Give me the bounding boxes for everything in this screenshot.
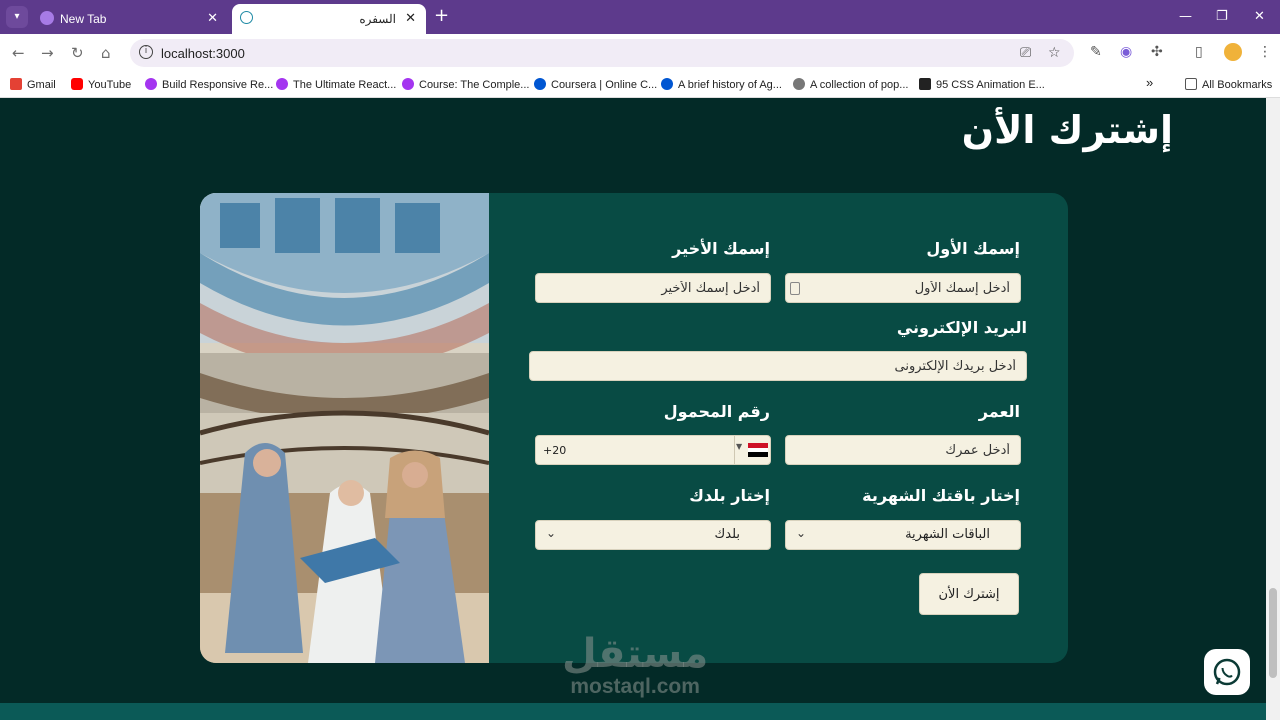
folder-icon: [1185, 78, 1197, 90]
age-field[interactable]: [785, 435, 1021, 465]
age-label: العمر: [978, 402, 1020, 421]
tab-search-button[interactable]: ▾: [6, 6, 28, 28]
email-field[interactable]: [529, 351, 1027, 381]
bookmark-css-animation[interactable]: 95 CSS Animation E...: [919, 78, 1045, 91]
email-input[interactable]: [530, 352, 1026, 380]
bookmark-star-icon[interactable]: ☆: [1048, 45, 1061, 61]
bookmark-udemy-1[interactable]: Build Responsive Re...: [145, 78, 273, 91]
autofill-card-icon[interactable]: [790, 282, 800, 295]
egypt-flag-icon[interactable]: [748, 443, 768, 457]
footer-strip: [0, 703, 1266, 720]
profile-avatar[interactable]: [1224, 43, 1242, 61]
freefrontend-icon: [919, 78, 931, 90]
plan-select[interactable]: الباقات الشهرية ⌄: [785, 520, 1021, 550]
globe-icon: [793, 78, 805, 90]
phone-divider: [734, 436, 735, 464]
plan-label: إختار باقتك الشهرية: [862, 486, 1020, 505]
site-info-icon[interactable]: i: [139, 45, 153, 59]
bookmark-udemy-2[interactable]: The Ultimate React...: [276, 78, 396, 91]
bookmark-coursera-1[interactable]: Coursera | Online C...: [534, 78, 657, 91]
phone-label: رقم المحمول: [663, 402, 770, 421]
plan-select-value: الباقات الشهرية: [905, 527, 990, 542]
address-bar[interactable]: i localhost:3000 ⎚ ☆: [130, 39, 1074, 67]
browser-toolbar: ← → ↻ ⌂ i localhost:3000 ⎚ ☆ ✎ ◉ ✣ ▯ ⋮: [0, 34, 1280, 72]
mosque-photo: [200, 193, 489, 663]
bookmarks-bar: Gmail YouTube Build Responsive Re... The…: [0, 72, 1280, 98]
minimize-button[interactable]: —: [1179, 9, 1192, 24]
bookmark-coursera-2[interactable]: A brief history of Ag...: [661, 78, 782, 91]
back-icon[interactable]: ←: [12, 44, 25, 62]
forward-icon[interactable]: →: [41, 44, 54, 62]
whatsapp-icon: [1213, 658, 1241, 686]
bookmark-gmail[interactable]: Gmail: [10, 78, 56, 91]
page-scrollbar[interactable]: [1266, 98, 1280, 720]
home-icon[interactable]: ⌂: [101, 44, 111, 62]
new-tab-button[interactable]: +: [434, 7, 449, 25]
subscribe-button[interactable]: إشترك الأن: [919, 573, 1019, 615]
first-name-input[interactable]: [786, 274, 1020, 302]
watermark-latin: mostaql.com: [570, 675, 700, 698]
last-name-field[interactable]: [535, 273, 771, 303]
close-tab-icon[interactable]: ✕: [207, 10, 218, 26]
chevron-down-icon: ⌄: [796, 526, 807, 540]
gmail-icon: [10, 78, 22, 90]
extensions-icon[interactable]: ✣: [1151, 44, 1163, 60]
country-code-dropdown-icon[interactable]: ▼: [736, 442, 742, 451]
all-bookmarks[interactable]: All Bookmarks: [1185, 78, 1272, 91]
page-title: إشترك الأن: [961, 108, 1173, 152]
tab-title: السفره: [359, 12, 396, 26]
signup-card: إسمك الأول إسمك الأخير البريد الإلكتروني…: [200, 193, 1068, 663]
more-bookmarks-icon[interactable]: »: [1146, 75, 1153, 90]
install-app-icon[interactable]: ⎚: [1020, 45, 1031, 61]
tab-new-tab[interactable]: New Tab ✕: [32, 4, 228, 34]
udemy-icon: [145, 78, 157, 90]
chevron-down-icon: ⌄: [546, 526, 557, 540]
side-panel-icon[interactable]: ▯: [1195, 44, 1203, 60]
age-input[interactable]: [786, 436, 1020, 464]
last-name-label: إسمك الأخير: [672, 239, 770, 258]
tab-title: New Tab: [60, 12, 107, 26]
coursera-icon: [534, 78, 546, 90]
new-tab-favicon-icon: [40, 11, 54, 25]
eyedropper-extension-icon[interactable]: ✎: [1090, 44, 1102, 60]
react-favicon-icon: [240, 11, 253, 24]
coursera-icon: [661, 78, 673, 90]
tab-strip: ▾ New Tab ✕ السفره ✕ + — ❐ ✕: [0, 0, 1280, 34]
country-label: إختار بلدك: [689, 486, 770, 505]
close-window-button[interactable]: ✕: [1254, 9, 1265, 24]
url-text[interactable]: localhost:3000: [161, 46, 245, 61]
phone-field[interactable]: +20 ▼: [535, 435, 771, 465]
tab-alsofra[interactable]: السفره ✕: [232, 4, 426, 34]
menu-kebab-icon[interactable]: ⋮: [1258, 44, 1272, 60]
country-select[interactable]: بلدك ⌄: [535, 520, 771, 550]
last-name-input[interactable]: [536, 274, 770, 302]
udemy-icon: [276, 78, 288, 90]
bookmark-collection[interactable]: A collection of pop...: [793, 78, 908, 91]
scroll-thumb[interactable]: [1269, 588, 1277, 678]
watermark-arabic: مستقل: [562, 631, 709, 677]
bookmark-youtube[interactable]: YouTube: [71, 78, 131, 91]
email-label: البريد الإلكتروني: [896, 318, 1027, 337]
udemy-icon: [402, 78, 414, 90]
youtube-icon: [71, 78, 83, 90]
mostaql-watermark: مستقل mostaql.com: [562, 632, 708, 698]
bookmark-udemy-3[interactable]: Course: The Comple...: [402, 78, 529, 91]
ai-extension-icon[interactable]: ◉: [1120, 44, 1132, 60]
whatsapp-button[interactable]: [1204, 649, 1250, 695]
restore-button[interactable]: ❐: [1216, 9, 1228, 24]
country-select-value: بلدك: [714, 527, 740, 542]
phone-number-input[interactable]: +20: [543, 444, 566, 457]
first-name-field[interactable]: [785, 273, 1021, 303]
first-name-label: إسمك الأول: [926, 239, 1020, 258]
close-tab-icon[interactable]: ✕: [405, 10, 416, 26]
reload-icon[interactable]: ↻: [71, 44, 84, 62]
